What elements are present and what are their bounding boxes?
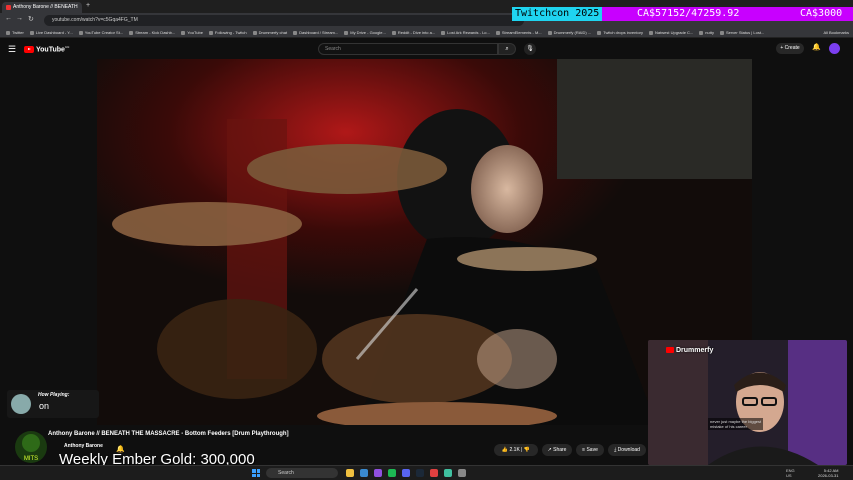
video-title: Anthony Barone // BENEATH THE MASSACRE -… [48,431,289,437]
file-explorer-icon[interactable] [346,469,354,477]
bookmark-item[interactable]: My Drive - Google... [344,28,386,37]
chrome-icon[interactable] [360,469,368,477]
browser-tab-active[interactable]: Anthony Barone // BENEATH [2,2,82,13]
bookmark-item[interactable]: YouTube Creator St... [79,28,123,37]
spotify-icon[interactable] [388,469,396,477]
bookmark-item[interactable]: Stream - Kick Dashb... [129,28,175,37]
save-button[interactable]: ≡ Save [576,444,604,456]
goal-counter-right: CA$3000 [800,8,843,19]
bookmark-item[interactable]: Lost Ark Rewards - Lo... [441,28,490,37]
webcam-chat-message: never just maybe the biggest mistake of h… [708,418,764,430]
back-icon[interactable]: ← [5,15,12,22]
twitchcon-goal-banner: Twitchcon 2025 CA$57152/47259.92 CA$3000 [512,7,853,21]
bookmark-item[interactable]: Drummerfy (RAID) ... [548,28,592,37]
bookmark-item[interactable]: YouTube [181,28,203,37]
microphone-icon[interactable]: 🎙 [524,43,536,55]
app-icon[interactable] [444,469,452,477]
bookmarks-bar: Twitter Live Dashboard - Y... YouTube Crea… [0,28,853,38]
share-button[interactable]: ↗ Share [542,444,572,456]
channel-logo-art: MITS [15,431,47,463]
download-button[interactable]: ⤓ Download [608,444,646,456]
steam-icon[interactable] [416,469,424,477]
youtube-icon [666,347,674,354]
webcam-overlay: Drummerfy never just maybe the biggest mi… [648,340,847,465]
bookmark-item[interactable]: Live Dashboard - Y... [30,28,73,37]
bookmark-item[interactable]: Server Status | Lost... [720,28,764,37]
twitchcon-tag: Twitchcon 2025 [512,7,603,21]
webcam-channel-name: Drummerfy [666,347,713,354]
avatar[interactable] [829,43,840,54]
channel-name[interactable]: Anthony Barone [64,443,103,449]
start-icon[interactable] [252,469,260,477]
taskbar-search[interactable]: Search [266,468,338,478]
bookmark-item[interactable]: nutty [699,28,714,37]
bookmark-item[interactable]: Following - Twitch [209,28,247,37]
goal-counter-left: CA$57152/47259.92 [637,8,740,19]
settings-icon[interactable] [458,469,466,477]
forward-icon[interactable]: → [16,15,23,22]
bookmark-item[interactable]: Dashboard / Stream... [293,28,338,37]
all-bookmarks-button[interactable]: All Bookmarks [823,28,849,37]
create-button[interactable]: + Create [776,43,804,54]
tray-language[interactable]: ENG US [786,468,795,478]
obs-icon[interactable] [430,469,438,477]
bookmark-item[interactable]: StreamElements - M... [496,28,542,37]
webcam-feed [648,340,847,465]
bookmark-item[interactable]: Twitter [6,28,24,37]
youtube-logo[interactable]: YouTubeGB [24,45,69,53]
taskbar-clock[interactable]: 5:42 AM 2026-03-31 [818,468,838,478]
notifications-bell-icon[interactable]: 🔔 [812,43,821,51]
bookmark-item[interactable]: Natwest Upgrade C... [649,28,693,37]
search-icon[interactable]: ⌕ [498,43,516,55]
like-button[interactable]: 👍 2.1K | 👎 [494,444,538,456]
now-playing-label: How Playing: [38,392,70,398]
windows-taskbar: Search ENG US 5:42 AM 2026-03-31 [0,465,853,480]
now-playing-widget: How Playing: on [7,390,99,418]
menu-icon[interactable]: ☰ [8,44,16,55]
url-field[interactable]: youtube.com/watch?v=c5Gqa4FG_TM [44,15,524,26]
bookmark-item[interactable]: Twitch drops inventory [597,28,643,37]
twitch-icon[interactable] [374,469,382,477]
discord-icon[interactable] [402,469,410,477]
now-playing-track: on [39,401,50,411]
search-input[interactable]: Search [318,43,498,55]
youtube-play-icon [24,45,34,53]
bookmark-item[interactable]: Drummerfy chat [253,28,287,37]
new-tab-button[interactable]: + [86,2,90,9]
reload-icon[interactable]: ↻ [28,15,34,23]
youtube-favicon-icon [6,5,11,10]
channel-logo-text: MITS [24,456,38,462]
youtube-header: ☰ YouTubeGB Search ⌕ 🎙 + Create 🔔 [0,39,853,59]
channel-logo[interactable]: MITS [14,430,48,464]
album-art [11,394,31,414]
tab-title: Anthony Barone // BENEATH [13,4,78,10]
bookmark-item[interactable]: Reddit - Dive into a... [392,28,435,37]
